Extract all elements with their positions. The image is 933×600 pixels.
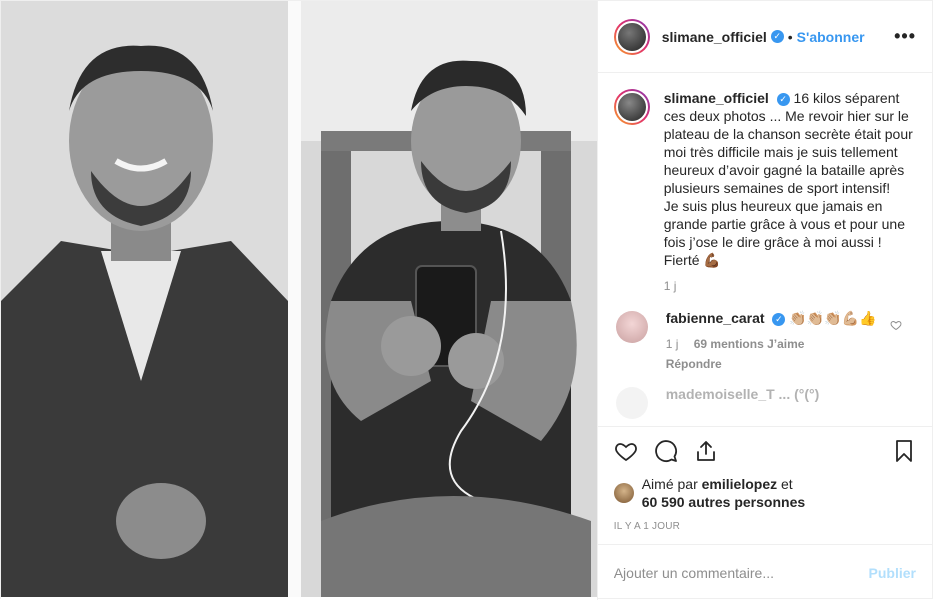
caption: slimane_officiel ✓ 16 kilos séparent ces… [613, 89, 916, 295]
reply-button[interactable]: Répondre [666, 355, 877, 373]
caption-meta: 1 j [664, 277, 916, 295]
photo-divider [288, 1, 301, 597]
share-icon[interactable] [694, 439, 718, 463]
liker-username[interactable]: emilielopez [702, 476, 777, 492]
likes-prefix: Aimé par [641, 476, 698, 492]
caption-avatar-image [615, 91, 648, 123]
post-header: slimane_officiel ✓ • S'abonner ••• [597, 1, 932, 73]
action-icons [614, 435, 916, 467]
comment-icon[interactable] [654, 439, 678, 463]
comment-username[interactable]: fabienne_carat [666, 310, 765, 326]
after-photo [301, 1, 597, 597]
liker-avatar[interactable] [613, 483, 634, 503]
likes-text: Aimé par emilielopez et 60 590 autres pe… [642, 475, 805, 511]
heart-icon[interactable] [614, 439, 638, 463]
post-actions: Aimé par emilielopez et 60 590 autres pe… [597, 426, 932, 532]
header-separator: • [787, 28, 793, 45]
post-side-panel: slimane_officiel ✓ • S'abonner ••• slima… [596, 1, 932, 600]
instagram-post: slimane_officiel ✓ • S'abonner ••• slima… [0, 0, 933, 600]
author-avatar[interactable] [613, 18, 650, 55]
before-photo-illustration [1, 1, 288, 597]
post-media[interactable] [1, 1, 597, 600]
partial-comment-avatar [615, 387, 648, 419]
comment-item: fabienne_carat ✓ 👏🏼👏🏼👏🏼💪🏼👍 1 j 69 mentio… [614, 309, 916, 373]
caption-avatar[interactable] [613, 89, 650, 125]
caption-body: slimane_officiel ✓ 16 kilos séparent ces… [664, 89, 916, 295]
comment-body: fabienne_carat ✓ 👏🏼👏🏼👏🏼💪🏼👍 1 j 69 mentio… [666, 309, 877, 373]
likes-summary: Aimé par emilielopez et 60 590 autres pe… [613, 475, 916, 511]
publish-button[interactable]: Publier [869, 565, 916, 581]
partial-comment-text: mademoiselle_T ... (°(°) [665, 386, 820, 402]
follow-button[interactable]: S'abonner [797, 29, 865, 45]
likes-count-button[interactable]: 60 590 autres personnes [642, 494, 805, 510]
add-comment-bar: Publier [597, 544, 932, 600]
bookmark-icon[interactable] [892, 439, 916, 463]
caption-username[interactable]: slimane_officiel [664, 90, 769, 106]
before-photo [1, 1, 288, 597]
comment-time: 1 j [665, 337, 679, 351]
comment-text: 👏🏼👏🏼👏🏼💪🏼👍 [789, 310, 877, 326]
comment-like-heart-icon[interactable] [890, 319, 902, 331]
likes-conj: et [781, 476, 793, 492]
caption-time: 1 j [663, 279, 677, 293]
more-options-icon[interactable]: ••• [894, 26, 916, 47]
verified-badge-icon: ✓ [770, 30, 784, 43]
verified-badge-icon: ✓ [776, 92, 790, 106]
partial-comment: mademoiselle_T ... (°(°) [614, 385, 916, 421]
comments-section[interactable]: slimane_officiel ✓ 16 kilos séparent ces… [598, 73, 932, 426]
after-photo-illustration [301, 1, 597, 597]
author-username[interactable]: slimane_officiel [662, 29, 767, 45]
caption-text: 16 kilos séparent ces deux photos ... Me… [663, 90, 913, 268]
commenter-avatar[interactable] [615, 311, 648, 343]
post-timestamp[interactable]: Il y a 1 jour [614, 521, 916, 532]
verified-badge-icon: ✓ [772, 312, 786, 326]
comment-meta: 1 j 69 mentions J’aime [666, 335, 877, 353]
comment-likes-button[interactable]: 69 mentions J’aime [694, 337, 805, 351]
comment-input[interactable] [613, 564, 869, 581]
author-avatar-image [615, 20, 648, 53]
